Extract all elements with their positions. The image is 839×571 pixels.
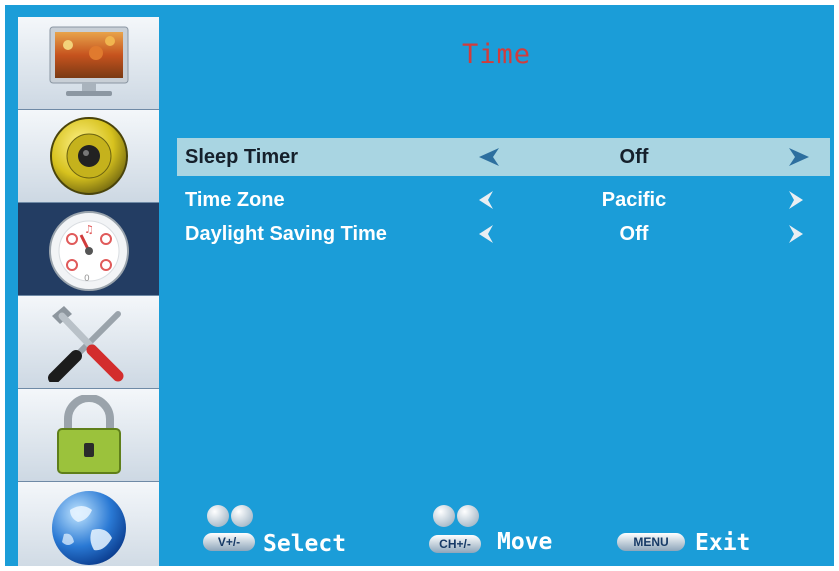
- key-badge: CH+/-: [429, 535, 481, 553]
- padlock-icon: [57, 395, 121, 474]
- page-title: Time: [461, 39, 532, 70]
- menu-row-label: Time Zone: [185, 189, 285, 211]
- right-key-icon: [231, 505, 253, 527]
- arrow-left-icon[interactable]: [479, 225, 493, 243]
- menu-row-daylight-saving-time[interactable]: Daylight Saving Time Off: [177, 215, 830, 253]
- arrow-left-icon[interactable]: [479, 148, 499, 166]
- sidebar-item-channel[interactable]: [18, 482, 159, 566]
- menu-row-sleep-timer[interactable]: Sleep Timer Off: [177, 138, 830, 176]
- sidebar: ♫ 0: [18, 17, 159, 566]
- speaker-icon: [50, 117, 128, 195]
- hint-label: Exit: [695, 530, 751, 556]
- sidebar-item-picture[interactable]: [18, 17, 159, 110]
- hint-label: Select: [263, 531, 347, 557]
- svg-text:♫: ♫: [84, 223, 94, 236]
- sidebar-item-setup[interactable]: [18, 296, 159, 389]
- up-key-icon: [433, 505, 455, 527]
- hint-label: Move: [497, 529, 553, 555]
- svg-text:0: 0: [84, 274, 90, 284]
- menu-row-value: Off: [619, 146, 649, 168]
- arrow-left-icon[interactable]: [479, 191, 493, 209]
- arrow-right-icon[interactable]: [789, 148, 809, 166]
- arrow-right-icon[interactable]: [789, 225, 803, 243]
- down-key-icon: [457, 505, 479, 527]
- globe-icon: [52, 491, 126, 565]
- sidebar-item-sound[interactable]: [18, 110, 159, 203]
- menu-row-time-zone[interactable]: Time Zone Pacific: [177, 181, 830, 219]
- arrow-right-icon[interactable]: [789, 191, 803, 209]
- osd-screen: ♫ 0 Time Sleep Timer Off Time Zone Pacif…: [5, 5, 834, 566]
- picture-icon: [49, 26, 129, 96]
- sidebar-item-lock[interactable]: [18, 389, 159, 482]
- menu-row-label: Sleep Timer: [185, 146, 299, 168]
- hint-exit: MENU Exit: [617, 505, 777, 561]
- menu-row-label: Daylight Saving Time: [185, 223, 387, 245]
- clock-icon: ♫ 0: [49, 211, 129, 291]
- key-badge: MENU: [617, 533, 685, 551]
- sidebar-item-time[interactable]: ♫ 0: [18, 203, 159, 296]
- menu-row-value: Pacific: [601, 189, 667, 211]
- hint-select: V+/- Select: [201, 505, 371, 561]
- hint-move: CH+/- Move: [427, 505, 577, 561]
- left-key-icon: [207, 505, 229, 527]
- key-badge: V+/-: [203, 533, 255, 551]
- menu-row-value: Off: [619, 223, 649, 245]
- tools-icon: [48, 306, 124, 382]
